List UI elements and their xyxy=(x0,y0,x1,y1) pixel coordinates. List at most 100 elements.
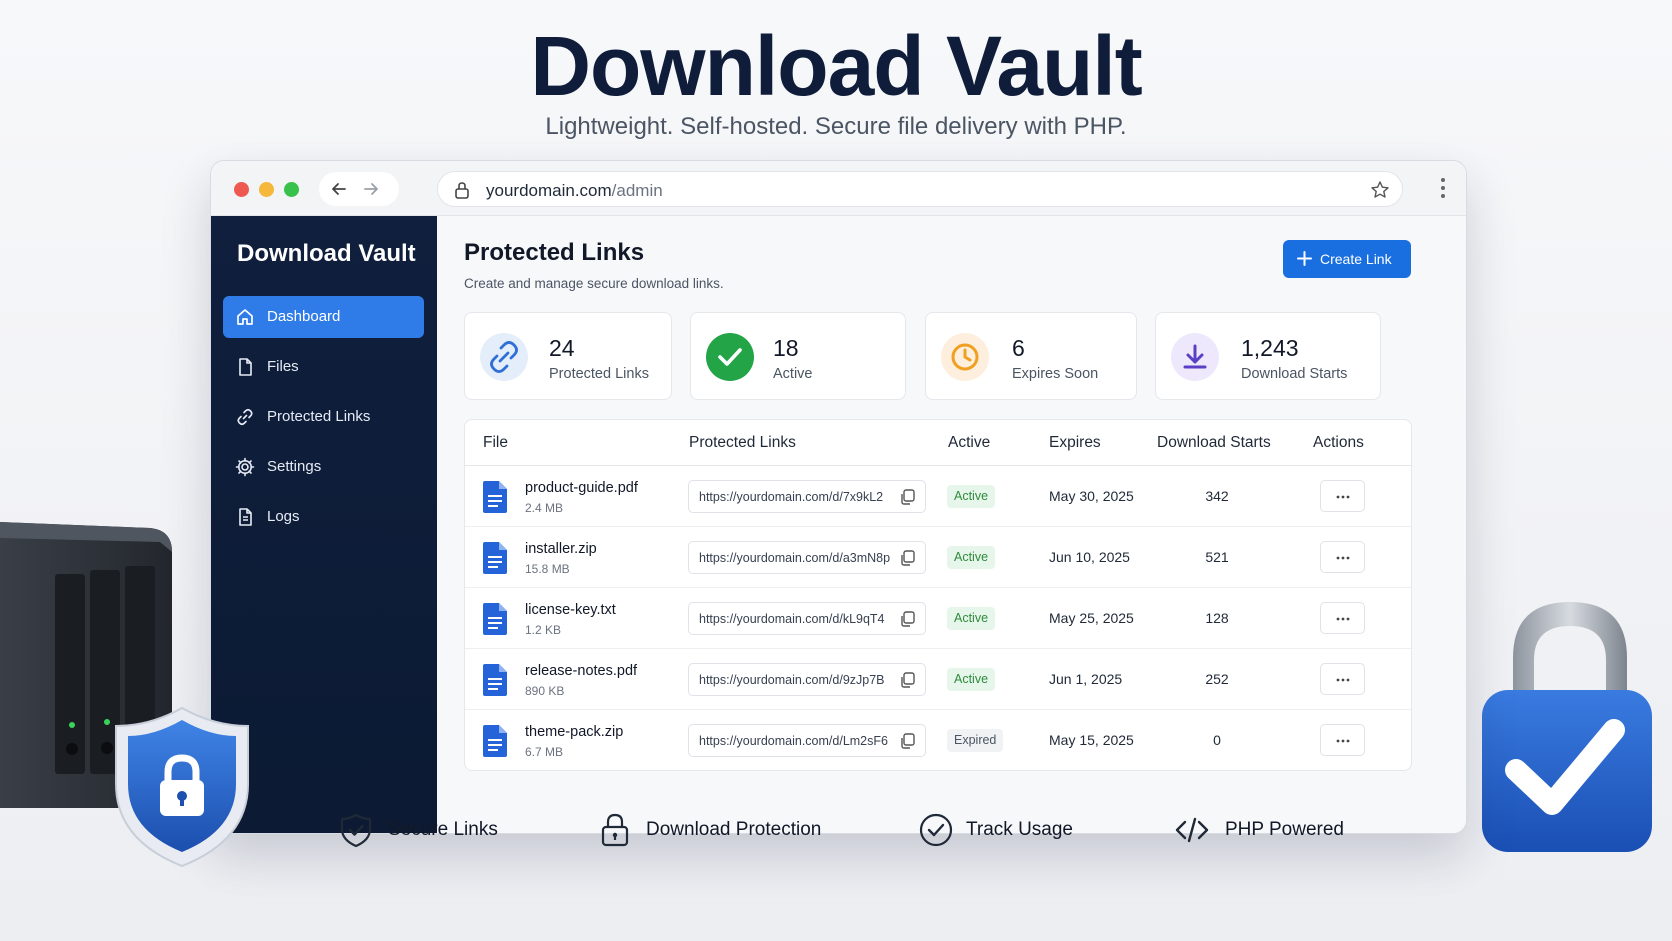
nav-buttons xyxy=(319,172,399,206)
check-circle-icon xyxy=(706,333,754,381)
sidebar-item-settings[interactable]: Settings xyxy=(223,446,424,488)
sidebar-item-label: Protected Links xyxy=(267,408,371,425)
copy-icon[interactable] xyxy=(900,550,915,566)
link-icon xyxy=(237,408,253,426)
create-link-button[interactable]: Create Link xyxy=(1283,240,1411,278)
sidebar-item-protected-links[interactable]: Protected Links xyxy=(223,396,424,438)
stat-card-expires-soon: 6 Expires Soon xyxy=(925,312,1137,400)
more-horizontal-icon xyxy=(1336,495,1350,499)
table-row: release-notes.pdf 890 KB https://yourdom… xyxy=(465,649,1411,710)
close-window-button[interactable] xyxy=(234,182,249,197)
browser-window: yourdomain.com/admin Download Vault Dash… xyxy=(210,160,1467,834)
download-count: 252 xyxy=(1205,671,1229,687)
protected-link-field[interactable]: https://yourdomain.com/d/a3mN8p xyxy=(688,541,926,574)
shield-check-icon xyxy=(340,813,372,848)
feature-label: Track Usage xyxy=(966,819,1073,840)
links-table: File Protected Links Active Expires Down… xyxy=(464,419,1412,771)
file-name: theme-pack.zip xyxy=(525,724,624,740)
more-horizontal-icon xyxy=(1336,739,1350,743)
download-count: 0 xyxy=(1213,732,1221,748)
clock-icon xyxy=(941,333,989,381)
back-arrow-icon[interactable] xyxy=(329,179,349,199)
file-name: product-guide.pdf xyxy=(525,480,638,496)
document-icon xyxy=(239,508,252,526)
column-header-expires: Expires xyxy=(1049,434,1101,451)
column-header-protected-links: Protected Links xyxy=(689,434,796,451)
url-host: yourdomain.com xyxy=(486,181,612,200)
copy-icon[interactable] xyxy=(900,672,915,688)
status-badge: Active xyxy=(947,485,996,508)
file-size: 15.8 MB xyxy=(525,562,570,576)
lock-icon xyxy=(455,182,469,199)
expires-date: May 25, 2025 xyxy=(1049,610,1134,626)
protected-link-text: https://yourdomain.com/d/9zJp7B xyxy=(699,673,885,687)
sidebar-item-dashboard[interactable]: Dashboard xyxy=(223,296,424,338)
stat-value: 1,243 xyxy=(1241,335,1299,361)
row-actions-button[interactable] xyxy=(1320,663,1365,695)
url-path: /admin xyxy=(611,181,663,200)
plus-icon xyxy=(1297,251,1312,266)
hero-title: Download Vault xyxy=(530,19,1142,113)
column-header-actions: Actions xyxy=(1313,434,1364,451)
check-circle-icon xyxy=(919,813,953,847)
table-row: installer.zip 15.8 MB https://yourdomain… xyxy=(465,527,1411,588)
file-doc-icon xyxy=(483,664,507,696)
file-size: 890 KB xyxy=(525,684,565,698)
stat-card-download-starts: 1,243 Download Starts xyxy=(1155,312,1381,400)
stat-label: Download Starts xyxy=(1241,366,1348,382)
column-header-file: File xyxy=(483,434,508,451)
column-header-active: Active xyxy=(948,434,991,451)
hero-subtitle: Lightweight. Self-hosted. Secure file de… xyxy=(545,113,1127,140)
file-size: 6.7 MB xyxy=(525,745,564,759)
status-badge: Expired xyxy=(947,729,1004,752)
sidebar-item-label: Settings xyxy=(267,458,322,475)
expires-date: May 30, 2025 xyxy=(1049,488,1134,504)
download-icon xyxy=(1171,333,1219,381)
copy-icon[interactable] xyxy=(900,489,915,505)
status-badge: Active xyxy=(947,668,996,691)
stat-label: Protected Links xyxy=(549,366,649,382)
address-bar[interactable]: yourdomain.com/admin xyxy=(437,171,1403,207)
sidebar-item-logs[interactable]: Logs xyxy=(223,496,424,538)
more-horizontal-icon xyxy=(1336,678,1350,682)
file-size: 2.4 MB xyxy=(525,501,564,515)
sidebar-item-label: Files xyxy=(267,358,299,375)
more-horizontal-icon xyxy=(1336,617,1350,621)
copy-icon[interactable] xyxy=(900,733,915,749)
protected-link-field[interactable]: https://yourdomain.com/d/7x9kL2 xyxy=(688,480,926,513)
maximize-window-button[interactable] xyxy=(284,182,299,197)
browser-menu-icon[interactable] xyxy=(1440,177,1446,199)
bookmark-star-icon[interactable] xyxy=(1370,180,1390,200)
protected-link-field[interactable]: https://yourdomain.com/d/9zJp7B xyxy=(688,663,926,696)
column-header-download-starts: Download Starts xyxy=(1157,434,1271,451)
gear-icon xyxy=(235,457,255,477)
download-count: 128 xyxy=(1205,610,1229,626)
forward-arrow-icon[interactable] xyxy=(361,179,381,199)
row-actions-button[interactable] xyxy=(1320,480,1365,512)
protected-link-field[interactable]: https://yourdomain.com/d/Lm2sF6 xyxy=(688,724,926,757)
table-row: license-key.txt 1.2 KB https://yourdomai… xyxy=(465,588,1411,649)
create-link-label: Create Link xyxy=(1320,251,1392,267)
padlock-illustration-icon xyxy=(1482,602,1652,852)
expires-date: May 15, 2025 xyxy=(1049,732,1134,748)
file-name: release-notes.pdf xyxy=(525,663,638,679)
minimize-window-button[interactable] xyxy=(259,182,274,197)
stat-label: Expires Soon xyxy=(1012,366,1099,382)
row-actions-button[interactable] xyxy=(1320,602,1365,634)
row-actions-button[interactable] xyxy=(1320,541,1365,573)
protected-link-text: https://yourdomain.com/d/a3mN8p xyxy=(699,551,891,565)
sidebar-brand: Download Vault xyxy=(237,240,416,267)
copy-icon[interactable] xyxy=(900,611,915,627)
protected-link-field[interactable]: https://yourdomain.com/d/kL9qT4 xyxy=(688,602,926,635)
file-doc-icon xyxy=(483,725,507,757)
row-actions-button[interactable] xyxy=(1320,724,1365,756)
link-icon xyxy=(480,333,528,381)
file-name: installer.zip xyxy=(525,541,597,557)
file-size: 1.2 KB xyxy=(525,623,562,637)
protected-link-text: https://yourdomain.com/d/Lm2sF6 xyxy=(699,734,888,748)
more-horizontal-icon xyxy=(1336,556,1350,560)
sidebar-item-files[interactable]: Files xyxy=(223,346,424,388)
feature-label: Secure Links xyxy=(388,819,498,840)
file-icon xyxy=(239,358,252,376)
url-text: yourdomain.com/admin xyxy=(486,181,663,201)
